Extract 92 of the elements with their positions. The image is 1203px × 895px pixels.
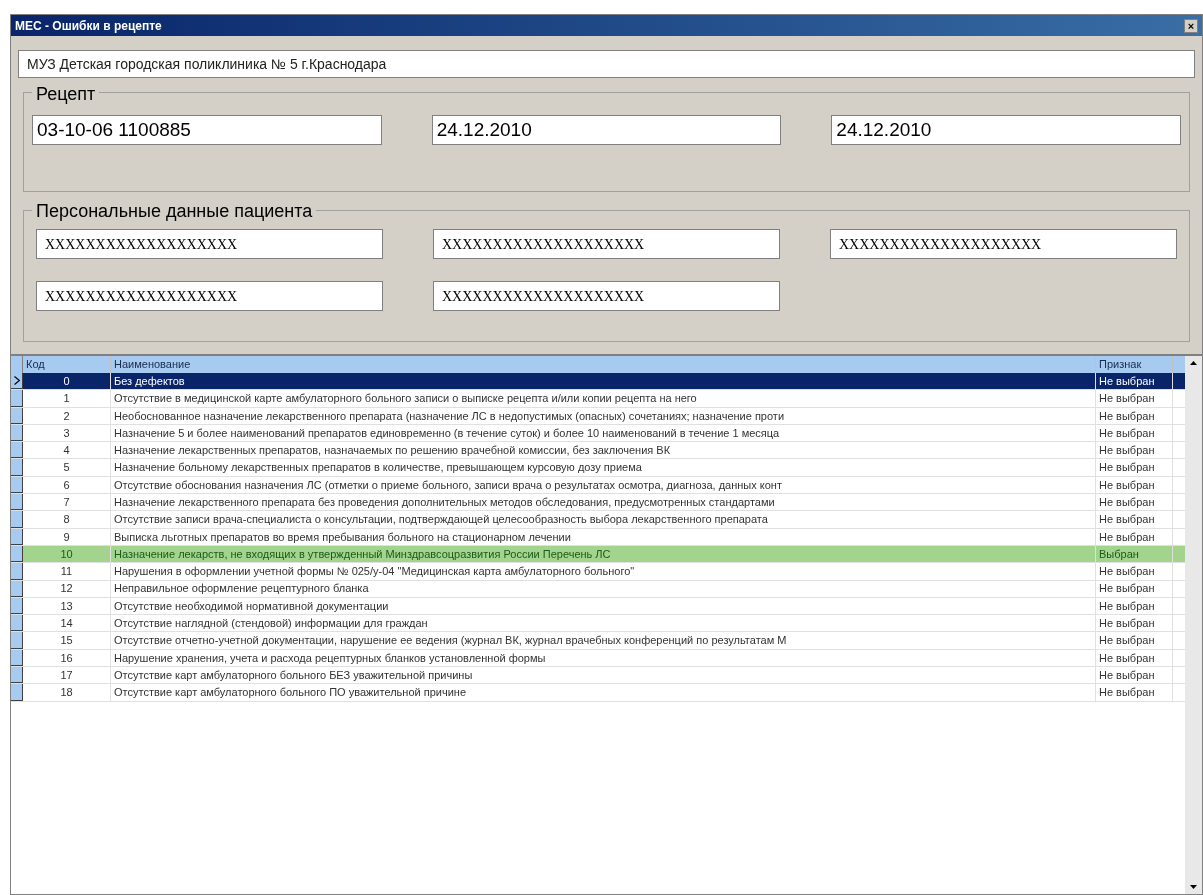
row-indicator[interactable] [11,563,23,580]
table-cell: Не выбран [1096,476,1173,494]
row-indicator[interactable] [11,390,23,407]
table-cell: Нарушения в оформлении учетной формы № 025/у-04 "Медицинская карта амбулаторного больного" [111,563,1096,580]
table-cell: Выписка льготных препаратов во время пребывания больного на стационарном лечении [111,528,1096,545]
input-field[interactable]: XXXXXXXXXXXXXXXXXXXX [830,229,1177,259]
row-indicator[interactable] [11,442,23,459]
organization-field[interactable]: МУЗ Детская городская поликлиника № 5 г.Краснодара [18,50,1195,78]
table-cell: Не выбран [1096,459,1173,476]
table-cell: Необоснованное назначение лекарственного препарата (назначение ЛС в недопустимых (опасных) сочетаниях; назначение проти [111,407,1096,424]
table-cell: 16 [23,649,111,667]
row-indicator[interactable] [11,615,23,632]
table-cell: Отсутствие карт амбулаторного больного ПО уважительной причине [111,684,1096,701]
table-cell: Не выбран [1096,597,1173,615]
input-field[interactable]: XXXXXXXXXXXXXXXXXXXX [433,281,780,311]
table-cell: 6 [23,476,111,494]
input-field[interactable]: 24.12.2010 [431,115,782,145]
row-indicator[interactable] [11,667,23,684]
table-cell: Не выбран [1096,390,1173,407]
table-cell: Не выбран [1096,632,1173,649]
table-cell: 1 [23,390,111,407]
window-title: МЕС - Ошибки в рецепте [15,17,162,35]
table-cell: 3 [23,424,111,442]
table-cell: Отсутствие необходимой нормативной документации [111,597,1096,615]
table-cell: Отсутствие наглядной (стендовой) информации для граждан [111,615,1096,632]
row-indicator[interactable] [11,511,23,528]
table-cell: Назначение лекарственного препарата без проведения дополнительных методов обследования, предусмотренных стандартами [111,494,1096,511]
table-cell: 15 [23,632,111,649]
table-cell: Отсутствие отчетно-учетной документации, нарушение ее ведения (журнал ВК, журнал врачебных конференций по результатам М [111,632,1096,649]
table-cell: 14 [23,615,111,632]
table-cell: Отсутствие обоснования назначения ЛС (отметки о приеме больного, записи врача о результатах осмотра, диагноза, данных конт [111,476,1096,494]
table-row[interactable]: 11 Нарушения в оформлении учетной формы № 025/у-04 "Медицинская карта амбулаторного больного" Не выбран [11,563,1185,581]
table-row[interactable]: 14 Отсутствие наглядной (стендовой) информации для граждан Не выбран [11,615,1185,633]
table-row[interactable]: 15 Отсутствие отчетно-учетной документации, нарушение ее ведения (журнал ВК, журнал врачебных конференций по результатам М Не выбран [11,632,1185,650]
table-cell: Отсутствие карт амбулаторного больного БЕЗ уважительной причины [111,667,1096,684]
table-cell: 0 [23,373,111,390]
table-cell: Назначение больному лекарственных препаратов в количестве, превышающем курсовую дозу приема [111,459,1096,476]
table-cell: 17 [23,667,111,684]
table-cell: 10 [23,545,111,563]
table-cell: 13 [23,597,111,615]
row-indicator[interactable] [11,494,23,511]
table-cell: Без дефектов [111,373,1096,390]
row-indicator[interactable] [11,459,23,476]
table-cell: Не выбран [1096,373,1173,390]
table-cell: Отсутствие в медицинской карте амбулаторного больного записи о выписке рецепта и/или копии рецепта на него [111,390,1096,407]
input-field[interactable]: 24.12.2010 [831,115,1181,145]
table-cell: Не выбран [1096,580,1173,597]
table-row[interactable]: 5 Назначение больному лекарственных препаратов в количестве, превышающем курсовую дозу приема Не выбран [11,459,1185,477]
row-indicator[interactable] [11,684,23,701]
table-cell: Не выбран [1096,615,1173,632]
table-cell: Нарушение хранения, учета и расхода рецептурных бланков установленной формы [111,649,1096,667]
close-button[interactable]: × [1184,18,1198,33]
table-cell: Не выбран [1096,407,1173,424]
input-field[interactable]: XXXXXXXXXXXXXXXXXXX [36,281,383,311]
table-cell: 12 [23,580,111,597]
row-indicator[interactable] [11,632,23,649]
table-cell: Назначение лекарственных препаратов, назначаемых по решению врачебной комиссии, без заключения ВК [111,442,1096,459]
table-cell: 2 [23,407,111,424]
table-cell: Не выбран [1096,494,1173,511]
table-row[interactable]: 17 Отсутствие карт амбулаторного больного БЕЗ уважительной причины Не выбран [11,667,1185,685]
table-row[interactable]: 8 Отсутствие записи врача-специалиста о консультации, подтверждающей целесообразность выбора лекарственного препарата Не выбран [11,511,1185,529]
current-row-icon [13,376,20,386]
table-row[interactable]: 18 Отсутствие карт амбулаторного больного ПО уважительной причине Не выбран [11,684,1185,702]
table-row[interactable]: 4 Назначение лекарственных препаратов, назначаемых по решению врачебной комиссии, без заключения ВК Не выбран [11,442,1185,460]
table-cell: Назначение лекарств, не входящих в утвержденный Минздравсоцразвития России Перечень ЛС [111,545,1096,563]
table-row[interactable]: 0 Без дефектов Не выбран [11,373,1185,391]
row-indicator[interactable] [11,373,23,390]
input-field[interactable]: XXXXXXXXXXXXXXXXXXXX [433,229,780,259]
table-cell: 8 [23,511,111,528]
scrollbar[interactable] [1185,356,1202,894]
table-cell: 7 [23,494,111,511]
table-cell: Не выбран [1096,563,1173,580]
table-cell: Не выбран [1096,684,1173,701]
table-cell: Не выбран [1096,667,1173,684]
table-cell: Не выбран [1096,511,1173,528]
table-cell: 4 [23,442,111,459]
input-field[interactable]: 03-10-06 1100885 [32,115,382,145]
table-cell: Не выбран [1096,649,1173,667]
table-cell: Назначение 5 и более наименований препаратов единовременно (в течение суток) и более 10 наименований в течение 1 месяца [111,424,1096,442]
table-cell: Отсутствие записи врача-специалиста о консультации, подтверждающей целесообразность выбора лекарственного препарата [111,511,1096,528]
table-cell: Не выбран [1096,424,1173,442]
input-field[interactable]: XXXXXXXXXXXXXXXXXXX [36,229,383,259]
table-cell: 18 [23,684,111,701]
table-row[interactable]: 7 Назначение лекарственного препарата без проведения дополнительных методов обследования, предусмотренных стандартами Не выбран [11,494,1185,512]
table-cell: 5 [23,459,111,476]
table-cell: Не выбран [1096,442,1173,459]
table-cell: Неправильное оформление рецептурного бланка [111,580,1096,597]
table-cell: Не выбран [1096,528,1173,545]
table-cell: Выбран [1096,545,1173,563]
table-row[interactable]: 1 Отсутствие в медицинской карте амбулаторного больного записи о выписке рецепта и/или копии рецепта на него Не выбран [11,390,1185,408]
table-cell: 11 [23,563,111,580]
table-cell: 9 [23,528,111,545]
